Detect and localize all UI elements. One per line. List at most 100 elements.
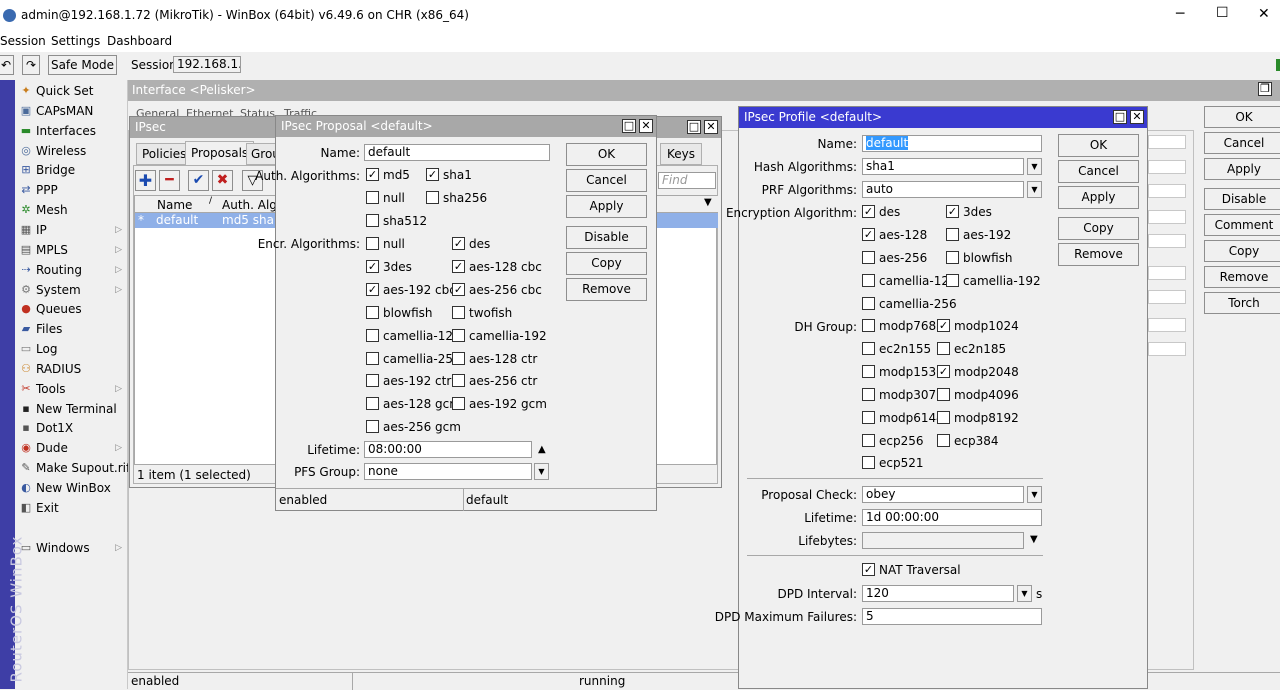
interface-comment-button[interactable]: Comment (1204, 214, 1280, 236)
dh-modp4096-checkbox[interactable]: modp4096 (937, 387, 1019, 404)
dpd-interval-input[interactable]: 120 (862, 585, 1014, 602)
profile-name-input[interactable]: default (862, 135, 1042, 152)
sidebar-item-dot1x[interactable]: ▪ Dot1X (16, 418, 128, 438)
encr-null-box[interactable] (366, 237, 379, 250)
sidebar-item-dude[interactable]: ◉ Dude ▷ (16, 438, 128, 458)
encr-aes-128-cbc-box[interactable]: ✓ (452, 259, 465, 273)
tab-proposals[interactable]: Proposals (185, 141, 255, 166)
proposal-name-input[interactable]: default (364, 144, 550, 161)
dh-modp1024-box[interactable]: ✓ (937, 319, 950, 332)
enc-camellia-256-checkbox[interactable]: camellia-256 (862, 296, 957, 313)
dh-ecp384-checkbox[interactable]: ecp384 (937, 433, 999, 450)
dh-ec2n155-box[interactable] (862, 341, 875, 355)
encr-aes-256-gcm-checkbox[interactable]: aes-256 gcm (366, 420, 461, 436)
encr-aes-128-ctr-checkbox[interactable]: aes-128 ctr (452, 351, 537, 368)
encr-twofish-box[interactable] (452, 305, 465, 319)
undo-button[interactable]: ↶ (0, 55, 14, 75)
dh-modp6144-checkbox[interactable]: modp6144 (862, 410, 944, 427)
enc-des-checkbox[interactable]: ✓ des (862, 205, 900, 221)
enc-blowfish-box[interactable] (946, 250, 959, 264)
hash-dropdown-icon[interactable]: ▼ (1027, 158, 1042, 175)
sidebar-item-new-winbox[interactable]: ◐ New WinBox (16, 478, 128, 498)
dh-ecp384-box[interactable] (937, 433, 950, 447)
safe-mode-button[interactable]: Safe Mode (48, 55, 117, 75)
dh-modp1536-checkbox[interactable]: modp1536 (862, 364, 944, 381)
lifebytes-input[interactable] (862, 532, 1024, 549)
profile-remove-button[interactable]: Remove (1058, 243, 1139, 266)
pfs-group-dropdown-icon[interactable]: ▼ (534, 463, 549, 480)
remove-button[interactable]: ━ (159, 170, 180, 191)
dh-modp1024-checkbox[interactable]: ✓ modp1024 (937, 319, 1019, 335)
proposal-apply-button[interactable]: Apply (566, 195, 647, 218)
interface-remove-button[interactable]: Remove (1204, 266, 1280, 288)
sidebar-item-bridge[interactable]: ⊞ Bridge (16, 160, 128, 180)
tab-keys[interactable]: Keys (660, 143, 703, 165)
enc-blowfish-checkbox[interactable]: blowfish (946, 250, 1013, 267)
ipsec-close-icon[interactable]: ✕ (704, 120, 718, 134)
interface-apply-button[interactable]: Apply (1204, 158, 1280, 180)
dh-ecp521-checkbox[interactable]: ecp521 (862, 456, 924, 472)
close-window-button[interactable]: ✕ (1258, 6, 1270, 22)
ipsec-maximize-icon[interactable]: □ (687, 120, 701, 134)
enable-button[interactable]: ✔ (188, 170, 209, 191)
menu-dashboard[interactable]: Dashboard (107, 34, 172, 48)
encr-des-checkbox[interactable]: ✓ des (452, 237, 490, 253)
encr-blowfish-checkbox[interactable]: blowfish (366, 305, 433, 322)
enc-aes-256-box[interactable] (862, 250, 875, 264)
dh-modp4096-box[interactable] (937, 387, 950, 401)
maximize-button[interactable]: ☐ (1216, 5, 1229, 21)
dh-modp8192-box[interactable] (937, 410, 950, 424)
encr-aes-192-cbc-checkbox[interactable]: ✓ aes-192 cbc (366, 282, 456, 299)
enc-3des-box[interactable]: ✓ (946, 205, 959, 218)
enc-camellia-128-box[interactable] (862, 273, 875, 287)
pfs-group-select[interactable]: none (364, 463, 532, 480)
encr-twofish-checkbox[interactable]: twofish (452, 305, 512, 322)
encr-3des-box[interactable]: ✓ (366, 259, 379, 273)
enc-aes-256-checkbox[interactable]: aes-256 (862, 250, 927, 267)
encr-camellia-128-box[interactable] (366, 328, 379, 342)
lifetime-collapse-icon[interactable]: ▲ (538, 444, 546, 455)
proposal-check-select[interactable]: obey (862, 486, 1024, 503)
auth-md5-checkbox[interactable]: ✓ md5 (366, 168, 410, 184)
proposal-remove-button[interactable]: Remove (566, 278, 647, 301)
dh-modp768-box[interactable] (862, 319, 875, 332)
prf-algorithms-select[interactable]: auto (862, 181, 1024, 198)
encr-aes-128-gcm-box[interactable] (366, 397, 379, 411)
sidebar-item-radius[interactable]: ⚇ RADIUS (16, 359, 128, 379)
enc-camellia-128-checkbox[interactable]: camellia-128 (862, 273, 957, 290)
encr-aes-192-gcm-box[interactable] (452, 397, 465, 411)
proposal-ok-button[interactable]: OK (566, 143, 647, 166)
dh-ec2n155-checkbox[interactable]: ec2n155 (862, 341, 931, 358)
nat-traversal-box[interactable]: ✓ (862, 563, 875, 576)
encr-aes-128-ctr-box[interactable] (452, 351, 465, 365)
dpd-interval-dropdown-icon[interactable]: ▼ (1017, 585, 1032, 602)
proposal-close-icon[interactable]: ✕ (639, 119, 653, 133)
encr-camellia-256-checkbox[interactable]: camellia-256 (366, 351, 461, 368)
sidebar-item-wireless[interactable]: ◎ Wireless (16, 141, 128, 161)
encr-aes-192-ctr-checkbox[interactable]: aes-192 ctr (366, 374, 451, 390)
interface-ok-button[interactable]: OK (1204, 106, 1280, 128)
menu-settings[interactable]: Settings (51, 34, 100, 48)
encr-camellia-192-box[interactable] (452, 328, 465, 342)
lifebytes-expand-icon[interactable]: ▼ (1030, 534, 1038, 545)
encr-aes-128-cbc-checkbox[interactable]: ✓ aes-128 cbc (452, 259, 542, 276)
dh-ecp256-checkbox[interactable]: ecp256 (862, 433, 924, 450)
profile-maximize-icon[interactable]: □ (1113, 110, 1127, 124)
dh-ec2n185-checkbox[interactable]: ec2n185 (937, 341, 1006, 358)
interface-torch-button[interactable]: Torch (1204, 292, 1280, 314)
enc-camellia-192-checkbox[interactable]: camellia-192 (946, 273, 1041, 290)
encr-3des-checkbox[interactable]: ✓ 3des (366, 259, 412, 276)
sidebar-item-exit[interactable]: ◧ Exit (16, 498, 128, 518)
sidebar-item-log[interactable]: ▭ Log (16, 339, 128, 359)
sidebar-item-interfaces[interactable]: ▬ Interfaces (16, 121, 128, 141)
minimize-button[interactable]: ─ (1176, 6, 1184, 22)
sidebar-item-quick-set[interactable]: ✦ Quick Set (16, 81, 128, 101)
encr-aes-192-ctr-box[interactable] (366, 374, 379, 388)
profile-apply-button[interactable]: Apply (1058, 186, 1139, 209)
auth-sha1-checkbox[interactable]: ✓ sha1 (426, 168, 472, 184)
auth-sha256-checkbox[interactable]: sha256 (426, 191, 487, 207)
auth-sha512-checkbox[interactable]: sha512 (366, 214, 427, 230)
encr-camellia-128-checkbox[interactable]: camellia-128 (366, 328, 461, 345)
enc-aes-192-box[interactable] (946, 227, 959, 241)
interface-cancel-button[interactable]: Cancel (1204, 132, 1280, 154)
